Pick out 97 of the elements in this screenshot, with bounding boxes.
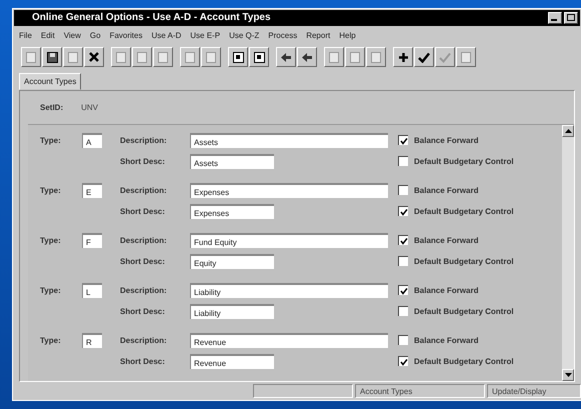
toolbar-button[interactable] xyxy=(393,47,413,68)
field-label: Description: xyxy=(120,186,168,195)
check-icon xyxy=(400,236,408,245)
description-field[interactable]: Liability xyxy=(190,282,388,298)
check-icon xyxy=(439,52,451,63)
maximize-button[interactable] xyxy=(564,12,578,24)
toolbar-button[interactable] xyxy=(297,47,317,68)
description-field[interactable]: Revenue xyxy=(190,332,388,348)
checkbox[interactable]: Default Budgetary Control xyxy=(398,156,514,166)
field-label: Short Desc: xyxy=(120,206,166,216)
checkbox[interactable]: Balance Forward xyxy=(398,135,478,146)
checkbox[interactable]: Default Budgetary Control xyxy=(398,306,514,316)
field-label: Type: xyxy=(40,236,62,245)
page-icon xyxy=(206,52,216,63)
toolbar-button[interactable] xyxy=(249,47,269,68)
menu-item[interactable]: Use A-D xyxy=(151,30,182,40)
page-icon xyxy=(350,52,360,63)
menu-item[interactable]: Process xyxy=(268,30,298,40)
toolbar-button[interactable] xyxy=(42,47,62,68)
page-icon xyxy=(371,52,381,63)
description-field[interactable]: Assets xyxy=(190,132,388,148)
window-title: Online General Options - Use A-D - Account Types xyxy=(32,12,271,24)
page-icon xyxy=(26,52,36,63)
short-description-field[interactable]: Assets xyxy=(190,154,274,169)
arrow-icon xyxy=(301,52,313,63)
plus-icon xyxy=(398,52,408,63)
toolbar-button[interactable] xyxy=(414,47,434,68)
close-icon xyxy=(88,51,100,64)
checkbox[interactable]: Default Budgetary Control xyxy=(398,256,514,266)
arrow-icon xyxy=(280,52,292,63)
menu-item[interactable]: Report xyxy=(306,30,330,40)
description-field[interactable]: Expenses xyxy=(190,182,388,198)
field-label: Description: xyxy=(120,336,168,345)
checkbox[interactable]: Default Budgetary Control xyxy=(398,356,514,366)
minimize-button[interactable] xyxy=(548,12,562,24)
check-icon xyxy=(400,208,408,216)
short-description-field[interactable]: Revenue xyxy=(190,354,274,369)
field-label: Description: xyxy=(120,136,168,145)
menu-item[interactable]: Use Q-Z xyxy=(229,30,260,40)
up-arrow-icon xyxy=(564,129,572,134)
page-icon xyxy=(137,52,147,63)
menu-item[interactable]: Edit xyxy=(40,30,55,40)
checkbox[interactable]: Balance Forward xyxy=(398,185,478,196)
check-icon xyxy=(400,286,408,295)
toolbar-button[interactable] xyxy=(228,47,248,68)
field-label: Type: xyxy=(40,186,62,195)
scroll-down-button[interactable] xyxy=(562,369,574,382)
toolbar-button[interactable] xyxy=(84,47,104,68)
checkbox[interactable]: Balance Forward xyxy=(398,235,478,246)
menu-item[interactable]: View xyxy=(64,30,81,40)
field-label: Description: xyxy=(120,236,168,245)
type-field[interactable]: L xyxy=(82,282,102,298)
field-label: Type: xyxy=(40,286,62,295)
page-icon xyxy=(461,52,471,63)
menu-item[interactable]: Go xyxy=(90,30,101,40)
toolbar-button[interactable] xyxy=(276,47,296,68)
field-label: Short Desc: xyxy=(120,306,166,316)
checkbox[interactable]: Default Budgetary Control xyxy=(398,206,514,216)
scrollbar[interactable] xyxy=(562,125,574,382)
field-label: Type: xyxy=(40,136,62,145)
maximize-icon xyxy=(567,14,575,22)
scroll-up-button[interactable] xyxy=(562,125,574,138)
status-text: Update/Display xyxy=(487,384,581,398)
menu-item[interactable]: Favorites xyxy=(110,30,142,40)
setid-value: UNV xyxy=(81,103,98,112)
field-label: SetID: xyxy=(40,103,64,112)
short-description-field[interactable]: Expenses xyxy=(190,204,274,219)
check-icon xyxy=(400,136,408,145)
checkbox[interactable]: Balance Forward xyxy=(398,335,478,346)
page-icon xyxy=(68,52,78,63)
page-icon xyxy=(185,52,195,63)
status-text: Account Types xyxy=(355,384,485,398)
menu-item[interactable]: File xyxy=(19,30,32,40)
window-icon xyxy=(232,52,244,63)
type-field[interactable]: R xyxy=(82,332,102,348)
checkbox[interactable]: Balance Forward xyxy=(398,285,478,296)
check-icon xyxy=(418,52,430,63)
page-icon xyxy=(158,52,168,63)
type-field[interactable]: A xyxy=(82,132,102,148)
short-description-field[interactable]: Liability xyxy=(190,304,274,319)
menu-item[interactable]: Use E-P xyxy=(190,30,220,40)
menu-item[interactable]: Help xyxy=(339,30,356,40)
down-arrow-icon xyxy=(564,373,572,378)
description-field[interactable]: Fund Equity xyxy=(190,232,388,248)
type-field[interactable]: E xyxy=(82,182,102,198)
field-label: Short Desc: xyxy=(120,356,166,366)
field-label: Description: xyxy=(120,286,168,295)
page-icon xyxy=(329,52,339,63)
tab[interactable]: Account Types xyxy=(19,73,82,90)
page-icon xyxy=(116,52,126,63)
type-field[interactable]: F xyxy=(82,232,102,248)
short-description-field[interactable]: Equity xyxy=(190,254,274,269)
field-label: Short Desc: xyxy=(120,256,166,266)
field-label: Short Desc: xyxy=(120,156,166,166)
window-icon xyxy=(254,52,264,63)
field-label: Type: xyxy=(40,336,62,345)
check-icon xyxy=(400,358,408,366)
